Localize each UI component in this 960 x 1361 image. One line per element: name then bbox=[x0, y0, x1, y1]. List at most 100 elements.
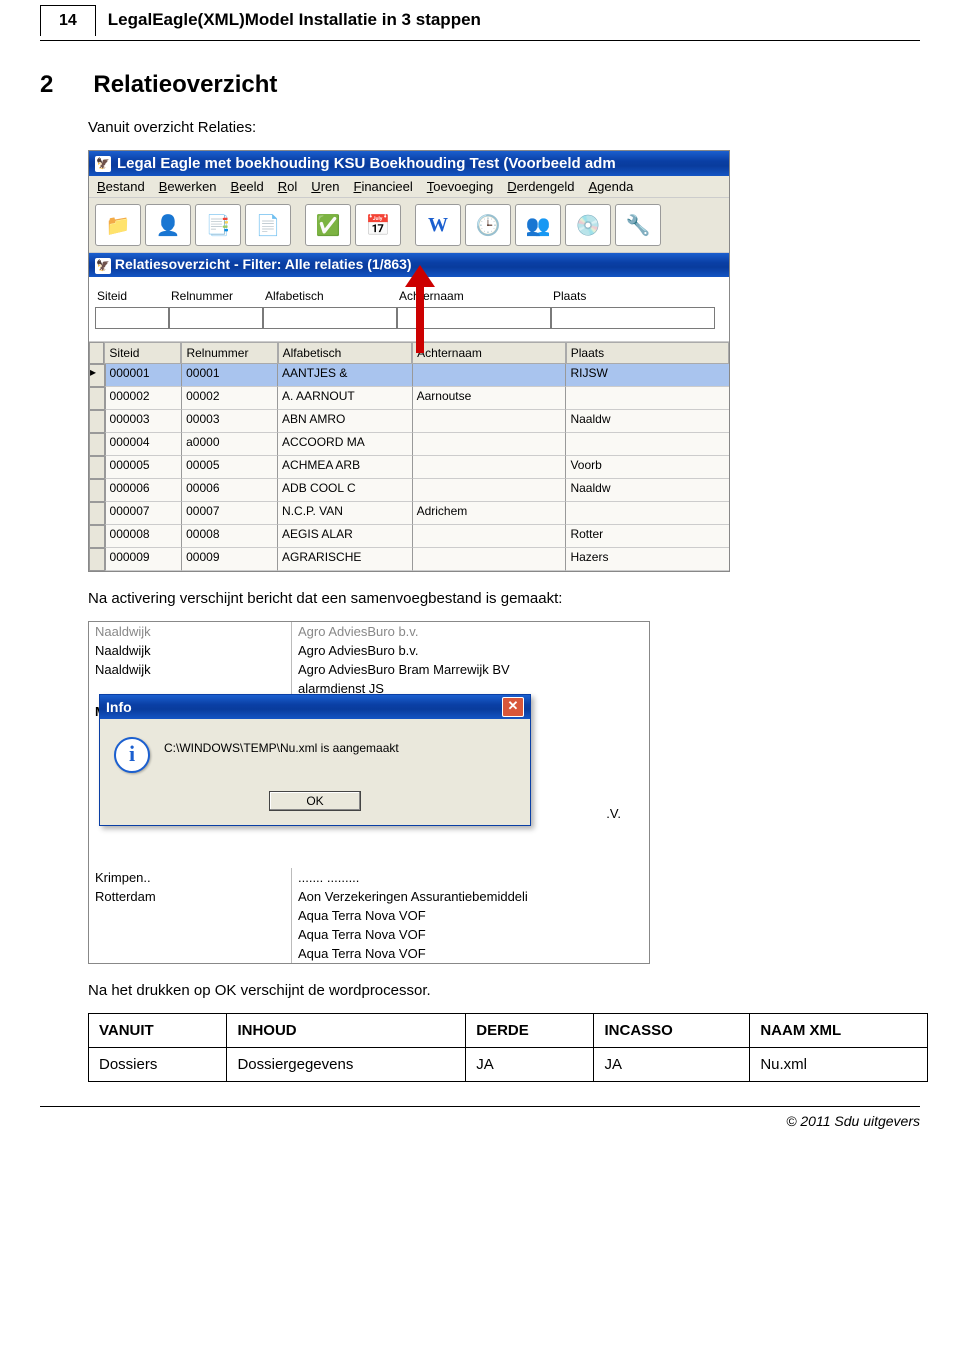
grid-cell: ADB COOL C bbox=[277, 479, 412, 502]
table-header: INHOUD bbox=[227, 1014, 466, 1048]
table-header: NAAM XML bbox=[750, 1014, 928, 1048]
table-cell: Dossiers bbox=[89, 1048, 227, 1082]
search-label: Siteid bbox=[95, 289, 169, 303]
search-label: Relnummer bbox=[169, 289, 263, 303]
grid-cell: ACHMEA ARB bbox=[277, 456, 412, 479]
menu-rol[interactable]: Rol bbox=[278, 179, 298, 194]
table-row[interactable]: 000004a0000ACCOORD MA bbox=[89, 433, 729, 456]
grid-cell bbox=[565, 433, 729, 456]
table-header: DERDE bbox=[466, 1014, 594, 1048]
definition-table: VANUITINHOUDDERDEINCASSONAAM XML Dossier… bbox=[88, 1013, 928, 1082]
cell: ....... ......... bbox=[291, 868, 649, 887]
list-item: Aqua Terra Nova VOF bbox=[89, 906, 649, 925]
search-input-alfabetisch[interactable] bbox=[263, 307, 397, 329]
after-dialog-text: Na het drukken op OK verschijnt de wordp… bbox=[88, 982, 920, 999]
grid-cell: Naaldw bbox=[565, 410, 729, 433]
grid-cell: 00002 bbox=[181, 387, 277, 410]
app-window: 🦅 Legal Eagle met boekhouding KSU Boekho… bbox=[88, 150, 730, 572]
list-item: Aqua Terra Nova VOF bbox=[89, 925, 649, 944]
table-row[interactable]: 00000800008AEGIS ALARRotter bbox=[89, 525, 729, 548]
subwindow-icon: 🦅 bbox=[95, 258, 111, 274]
info-icon: i bbox=[114, 737, 150, 773]
table-row[interactable]: 00000500005ACHMEA ARBVoorb bbox=[89, 456, 729, 479]
grid-cell: 000008 bbox=[105, 525, 182, 548]
grid-cell: 000006 bbox=[105, 479, 182, 502]
grid-cell: 000004 bbox=[105, 433, 182, 456]
info-dialog: Info ✕ i C:\WINDOWS\TEMP\Nu.xml is aange… bbox=[99, 694, 531, 826]
table-row[interactable]: 00000200002A. AARNOUTAarnoutse bbox=[89, 387, 729, 410]
table-cell: Nu.xml bbox=[750, 1048, 928, 1082]
table-header: INCASSO bbox=[594, 1014, 750, 1048]
ok-button[interactable]: OK bbox=[269, 791, 360, 811]
grid-header[interactable]: Siteid bbox=[104, 342, 181, 364]
table-row[interactable]: 00000300003ABN AMRONaaldw bbox=[89, 410, 729, 433]
grid-header[interactable]: Plaats bbox=[566, 342, 729, 364]
word-icon[interactable]: W bbox=[415, 204, 461, 246]
grid-cell: Aarnoutse bbox=[412, 387, 566, 410]
grid-cell: Naaldw bbox=[565, 479, 729, 502]
cell bbox=[89, 925, 291, 944]
list-item: NaaldwijkAgro AdviesBuro Bram Marrewijk … bbox=[89, 660, 649, 679]
menu-beeld[interactable]: Beeld bbox=[231, 179, 264, 194]
menu-toevoeging[interactable]: Toevoeging bbox=[427, 179, 494, 194]
grid-cell bbox=[412, 456, 566, 479]
cd-icon[interactable]: 💿 bbox=[565, 204, 611, 246]
tools-icon[interactable]: 🔧 bbox=[615, 204, 661, 246]
grid-cell bbox=[412, 364, 566, 387]
cell bbox=[89, 906, 291, 925]
menu-derdengeld[interactable]: Derdengeld bbox=[507, 179, 574, 194]
page-icon[interactable]: 📄 bbox=[245, 204, 291, 246]
table-row[interactable]: 00000700007N.C.P. VANAdrichem bbox=[89, 502, 729, 525]
grid-header[interactable]: Relnummer bbox=[181, 342, 277, 364]
grid-cell: Voorb bbox=[565, 456, 729, 479]
mid-text: Na activering verschijnt bericht dat een… bbox=[88, 590, 920, 607]
grid-cell: 00005 bbox=[181, 456, 277, 479]
grid-cell: a0000 bbox=[181, 433, 277, 456]
cell: Rotterdam bbox=[89, 887, 291, 906]
person-icon[interactable]: 👤 bbox=[145, 204, 191, 246]
cell: Naaldwijk bbox=[89, 622, 291, 641]
list-icon[interactable]: 📑 bbox=[195, 204, 241, 246]
page-number: 14 bbox=[40, 5, 96, 36]
cell: Aon Verzekeringen Assurantiebemiddeli bbox=[291, 887, 649, 906]
grid-header[interactable]: Achternaam bbox=[412, 342, 566, 364]
grid-cell: 00003 bbox=[181, 410, 277, 433]
table-row[interactable]: ▸00000100001AANTJES &RIJSW bbox=[89, 364, 729, 387]
table-row[interactable]: 00000900009AGRARISCHEHazers bbox=[89, 548, 729, 571]
search-input-plaats[interactable] bbox=[551, 307, 715, 329]
grid-header[interactable]: Alfabetisch bbox=[278, 342, 413, 364]
clock-icon[interactable]: 🕒 bbox=[465, 204, 511, 246]
menu-bewerken[interactable]: Bewerken bbox=[159, 179, 217, 194]
grid-cell: N.C.P. VAN bbox=[277, 502, 412, 525]
grid-cell: 000009 bbox=[105, 548, 182, 571]
menu-agenda[interactable]: Agenda bbox=[588, 179, 633, 194]
folder-icon[interactable]: 📁 bbox=[95, 204, 141, 246]
check-icon[interactable]: ✅ bbox=[305, 204, 351, 246]
grid-cell bbox=[412, 410, 566, 433]
cell: Naaldwijk bbox=[89, 641, 291, 660]
dialog-title: Info bbox=[106, 699, 132, 715]
search-input-siteid[interactable] bbox=[95, 307, 169, 329]
search-label: Alfabetisch bbox=[263, 289, 397, 303]
calendar-icon[interactable]: 📅 bbox=[355, 204, 401, 246]
table-cell: JA bbox=[594, 1048, 750, 1082]
table-cell: JA bbox=[466, 1048, 594, 1082]
group-icon[interactable]: 👥 bbox=[515, 204, 561, 246]
menu-uren[interactable]: Uren bbox=[311, 179, 339, 194]
cell: Aqua Terra Nova VOF bbox=[291, 906, 649, 925]
menu-financieel[interactable]: Financieel bbox=[353, 179, 412, 194]
grid-cell bbox=[412, 479, 566, 502]
page-header: 14 LegalEagle(XML)Model Installatie in 3… bbox=[40, 0, 920, 41]
page-footer: © 2011 Sdu uitgevers bbox=[40, 1106, 920, 1129]
grid-cell: ACCOORD MA bbox=[277, 433, 412, 456]
menu-bestand[interactable]: Bestand bbox=[97, 179, 145, 194]
search-label: Plaats bbox=[551, 289, 715, 303]
close-icon[interactable]: ✕ bbox=[502, 697, 524, 717]
data-grid: SiteidRelnummerAlfabetischAchternaamPlaa… bbox=[89, 342, 729, 571]
intro-text: Vanuit overzicht Relaties: bbox=[88, 119, 920, 136]
table-header: VANUIT bbox=[89, 1014, 227, 1048]
grid-cell bbox=[412, 433, 566, 456]
grid-cell bbox=[565, 387, 729, 410]
table-row[interactable]: 00000600006ADB COOL CNaaldw bbox=[89, 479, 729, 502]
search-input-relnummer[interactable] bbox=[169, 307, 263, 329]
